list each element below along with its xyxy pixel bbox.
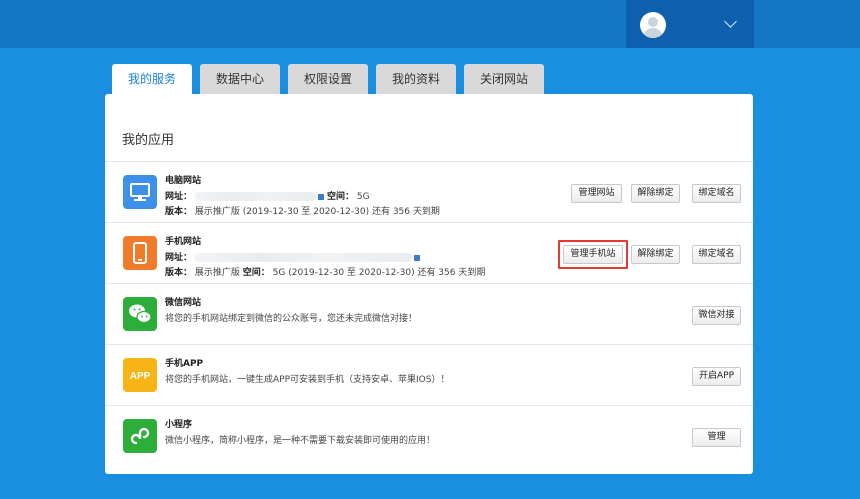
manage-website-button[interactable]: 管理网站 — [571, 184, 622, 203]
mini-program-icon — [123, 419, 157, 453]
phone-icon — [123, 236, 157, 270]
app-row-pc: 电脑网站 网址： 空间： 5G 版本： 展示推广版 (2019-12-30 至 2… — [105, 161, 753, 223]
url-line: 网址： — [165, 250, 423, 263]
app-row-mobile: 手机网站 网址： 版本： 展示推广版 空间： 5G (2019-12-30 至 … — [105, 222, 753, 284]
external-link-icon[interactable] — [318, 193, 325, 200]
version-label: 版本： — [165, 207, 193, 217]
space-label: 空间： — [242, 268, 270, 278]
app-name: 电脑网站 — [165, 176, 202, 186]
version-line: 版本： 展示推广版 空间： 5G (2019-12-30 至 2020-12-3… — [165, 265, 485, 278]
bind-domain-button[interactable]: 绑定域名 — [692, 184, 741, 203]
wechat-icon — [123, 297, 157, 331]
tab-my-profile[interactable]: 我的资料 — [376, 64, 456, 94]
space-text: 5G (2019-12-30 至 2020-12-30) 还有 356 天到期 — [272, 268, 486, 278]
external-link-icon[interactable] — [414, 254, 421, 261]
bind-domain-button[interactable]: 绑定域名 — [692, 245, 741, 264]
url-label: 网址： — [165, 192, 193, 202]
user-menu[interactable] — [626, 0, 754, 48]
version-label: 版本： — [165, 268, 193, 278]
app-name: 手机APP — [165, 359, 204, 369]
enable-app-button[interactable]: 开启APP — [692, 367, 741, 386]
space-value: 5G — [356, 192, 370, 202]
app-icon: APP — [123, 358, 157, 392]
svg-text:APP: APP — [130, 371, 151, 382]
wechat-connect-button[interactable]: 微信对接 — [692, 306, 741, 325]
app-description: 将您的手机网站，一键生成APP可安装到手机（支持安卓、苹果IOS）！ — [165, 375, 450, 385]
tab-my-services[interactable]: 我的服务 — [112, 64, 192, 95]
app-name: 微信网站 — [165, 298, 202, 308]
tab-permissions[interactable]: 权限设置 — [288, 64, 368, 94]
app-row-mobile-app: APP 手机APP 将您的手机网站，一键生成APP可安装到手机（支持安卓、苹果I… — [105, 344, 753, 406]
app-description: 将您的手机网站绑定到微信的公众账号，您还未完成微信对接！ — [165, 314, 418, 324]
space-label: 空间： — [327, 192, 355, 202]
tab-close-site[interactable]: 关闭网站 — [464, 64, 544, 94]
manage-mini-program-button[interactable]: 管理 — [692, 428, 741, 447]
version-line: 版本： 展示推广版 (2019-12-30 至 2020-12-30) 还有 3… — [165, 204, 440, 217]
version-text: 展示推广版 — [194, 268, 240, 278]
url-label: 网址： — [165, 253, 193, 263]
unbind-button[interactable]: 解除绑定 — [631, 245, 680, 264]
tab-data-center[interactable]: 数据中心 — [200, 64, 280, 94]
app-row-mini-program: 小程序 微信小程序，简称小程序，是一种不需要下载安装即可使用的应用！ 管理 — [105, 405, 753, 467]
panel-title: 我的应用 — [122, 133, 175, 148]
app-row-wechat: 微信网站 将您的手机网站绑定到微信的公众账号，您还未完成微信对接！ 微信对接 — [105, 283, 753, 345]
avatar-icon[interactable] — [640, 12, 666, 38]
version-text: 展示推广版 (2019-12-30 至 2020-12-30) 还有 356 天… — [194, 207, 440, 217]
top-header — [0, 0, 860, 48]
monitor-icon — [123, 175, 157, 209]
app-description: 微信小程序，简称小程序，是一种不需要下载安装即可使用的应用！ — [165, 436, 436, 446]
unbind-button[interactable]: 解除绑定 — [631, 184, 680, 203]
apps-panel: 我的应用 电脑网站 网址： 空间： 5G 版本： 展示推广版 (2019-12-3… — [105, 94, 753, 474]
app-name: 手机网站 — [165, 237, 202, 247]
redacted-url — [194, 253, 413, 262]
chevron-down-icon[interactable] — [724, 15, 737, 28]
redacted-url — [194, 192, 317, 201]
url-line: 网址： 空间： 5G — [165, 189, 370, 202]
app-name: 小程序 — [165, 420, 193, 430]
highlight-box — [558, 240, 628, 269]
